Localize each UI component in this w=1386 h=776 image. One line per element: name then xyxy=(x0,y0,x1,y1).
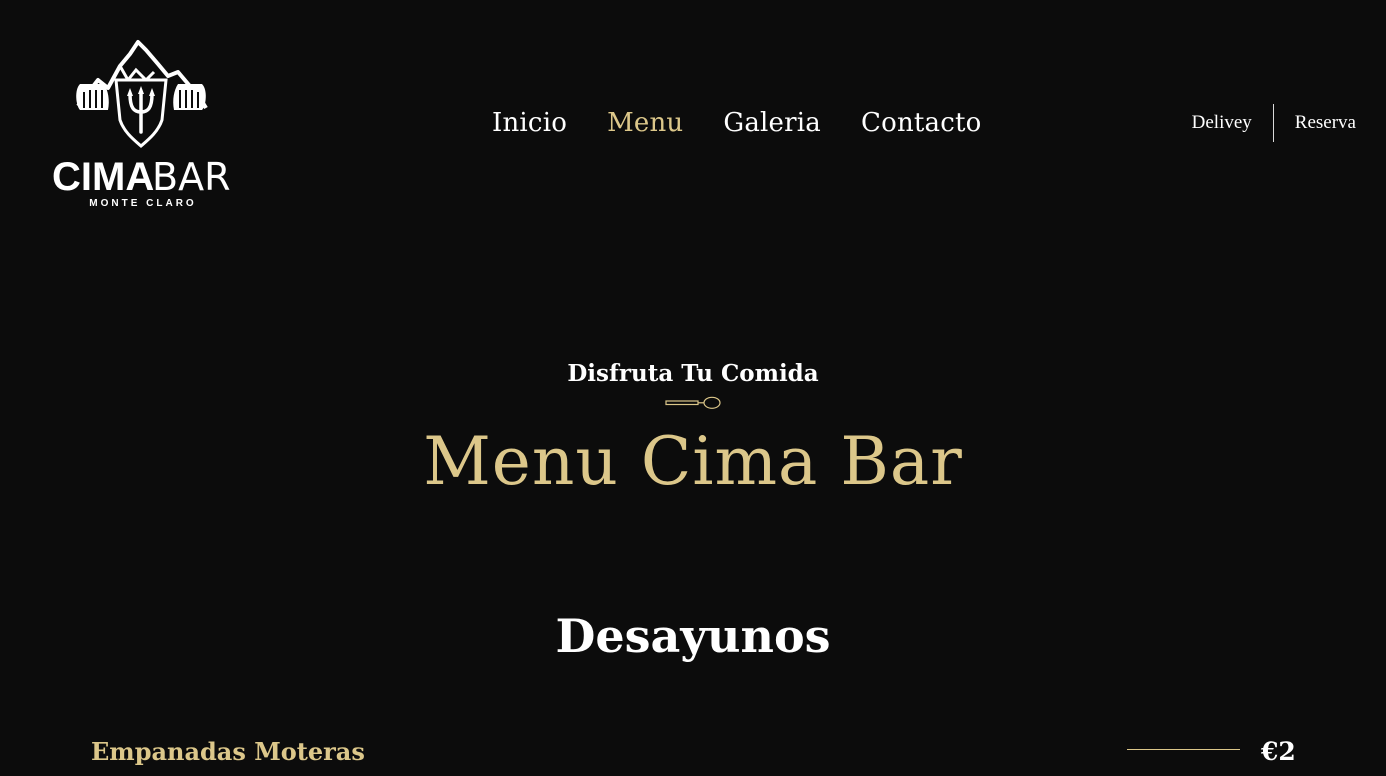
site-header: CIMA BAR MONTE CLARO Inicio Menu Galeria… xyxy=(0,0,1386,240)
hero-subtitle: Disfruta Tu Comida xyxy=(567,360,819,387)
menu-item-divider xyxy=(1127,749,1240,750)
section-title-desayunos: Desayunos xyxy=(555,609,831,663)
header-actions: Delivey Reserva xyxy=(1192,104,1356,142)
reserve-link[interactable]: Reserva xyxy=(1295,112,1356,134)
nav-item-menu[interactable]: Menu xyxy=(607,104,683,142)
page-title: Menu Cima Bar xyxy=(423,423,963,500)
menu-item-price: €2 xyxy=(1261,737,1296,766)
nav-item-contacto[interactable]: Contacto xyxy=(861,104,982,142)
main-nav: Inicio Menu Galeria Contacto xyxy=(492,104,982,142)
nav-item-inicio[interactable]: Inicio xyxy=(492,104,567,142)
nav-item-galeria[interactable]: Galeria xyxy=(723,104,821,142)
spoon-icon xyxy=(665,396,721,409)
action-divider xyxy=(1272,104,1274,142)
menu-hero: Disfruta Tu Comida Menu Cima Bar xyxy=(0,355,1386,507)
brand-name-bold: CIMA xyxy=(52,155,154,199)
mountain-trident-logo-icon: CIMA BAR MONTE CLARO xyxy=(52,40,230,209)
delivery-link[interactable]: Delivey xyxy=(1192,112,1252,134)
menu-item-name: Empanadas Moteras xyxy=(91,737,365,766)
brand-name-light: BAR xyxy=(152,155,230,199)
cima-bar-logo[interactable]: CIMA BAR MONTE CLARO xyxy=(50,36,236,212)
menu-item: Empanadas Moteras €2 xyxy=(0,730,1386,774)
brand-tagline: MONTE CLARO xyxy=(89,198,196,209)
